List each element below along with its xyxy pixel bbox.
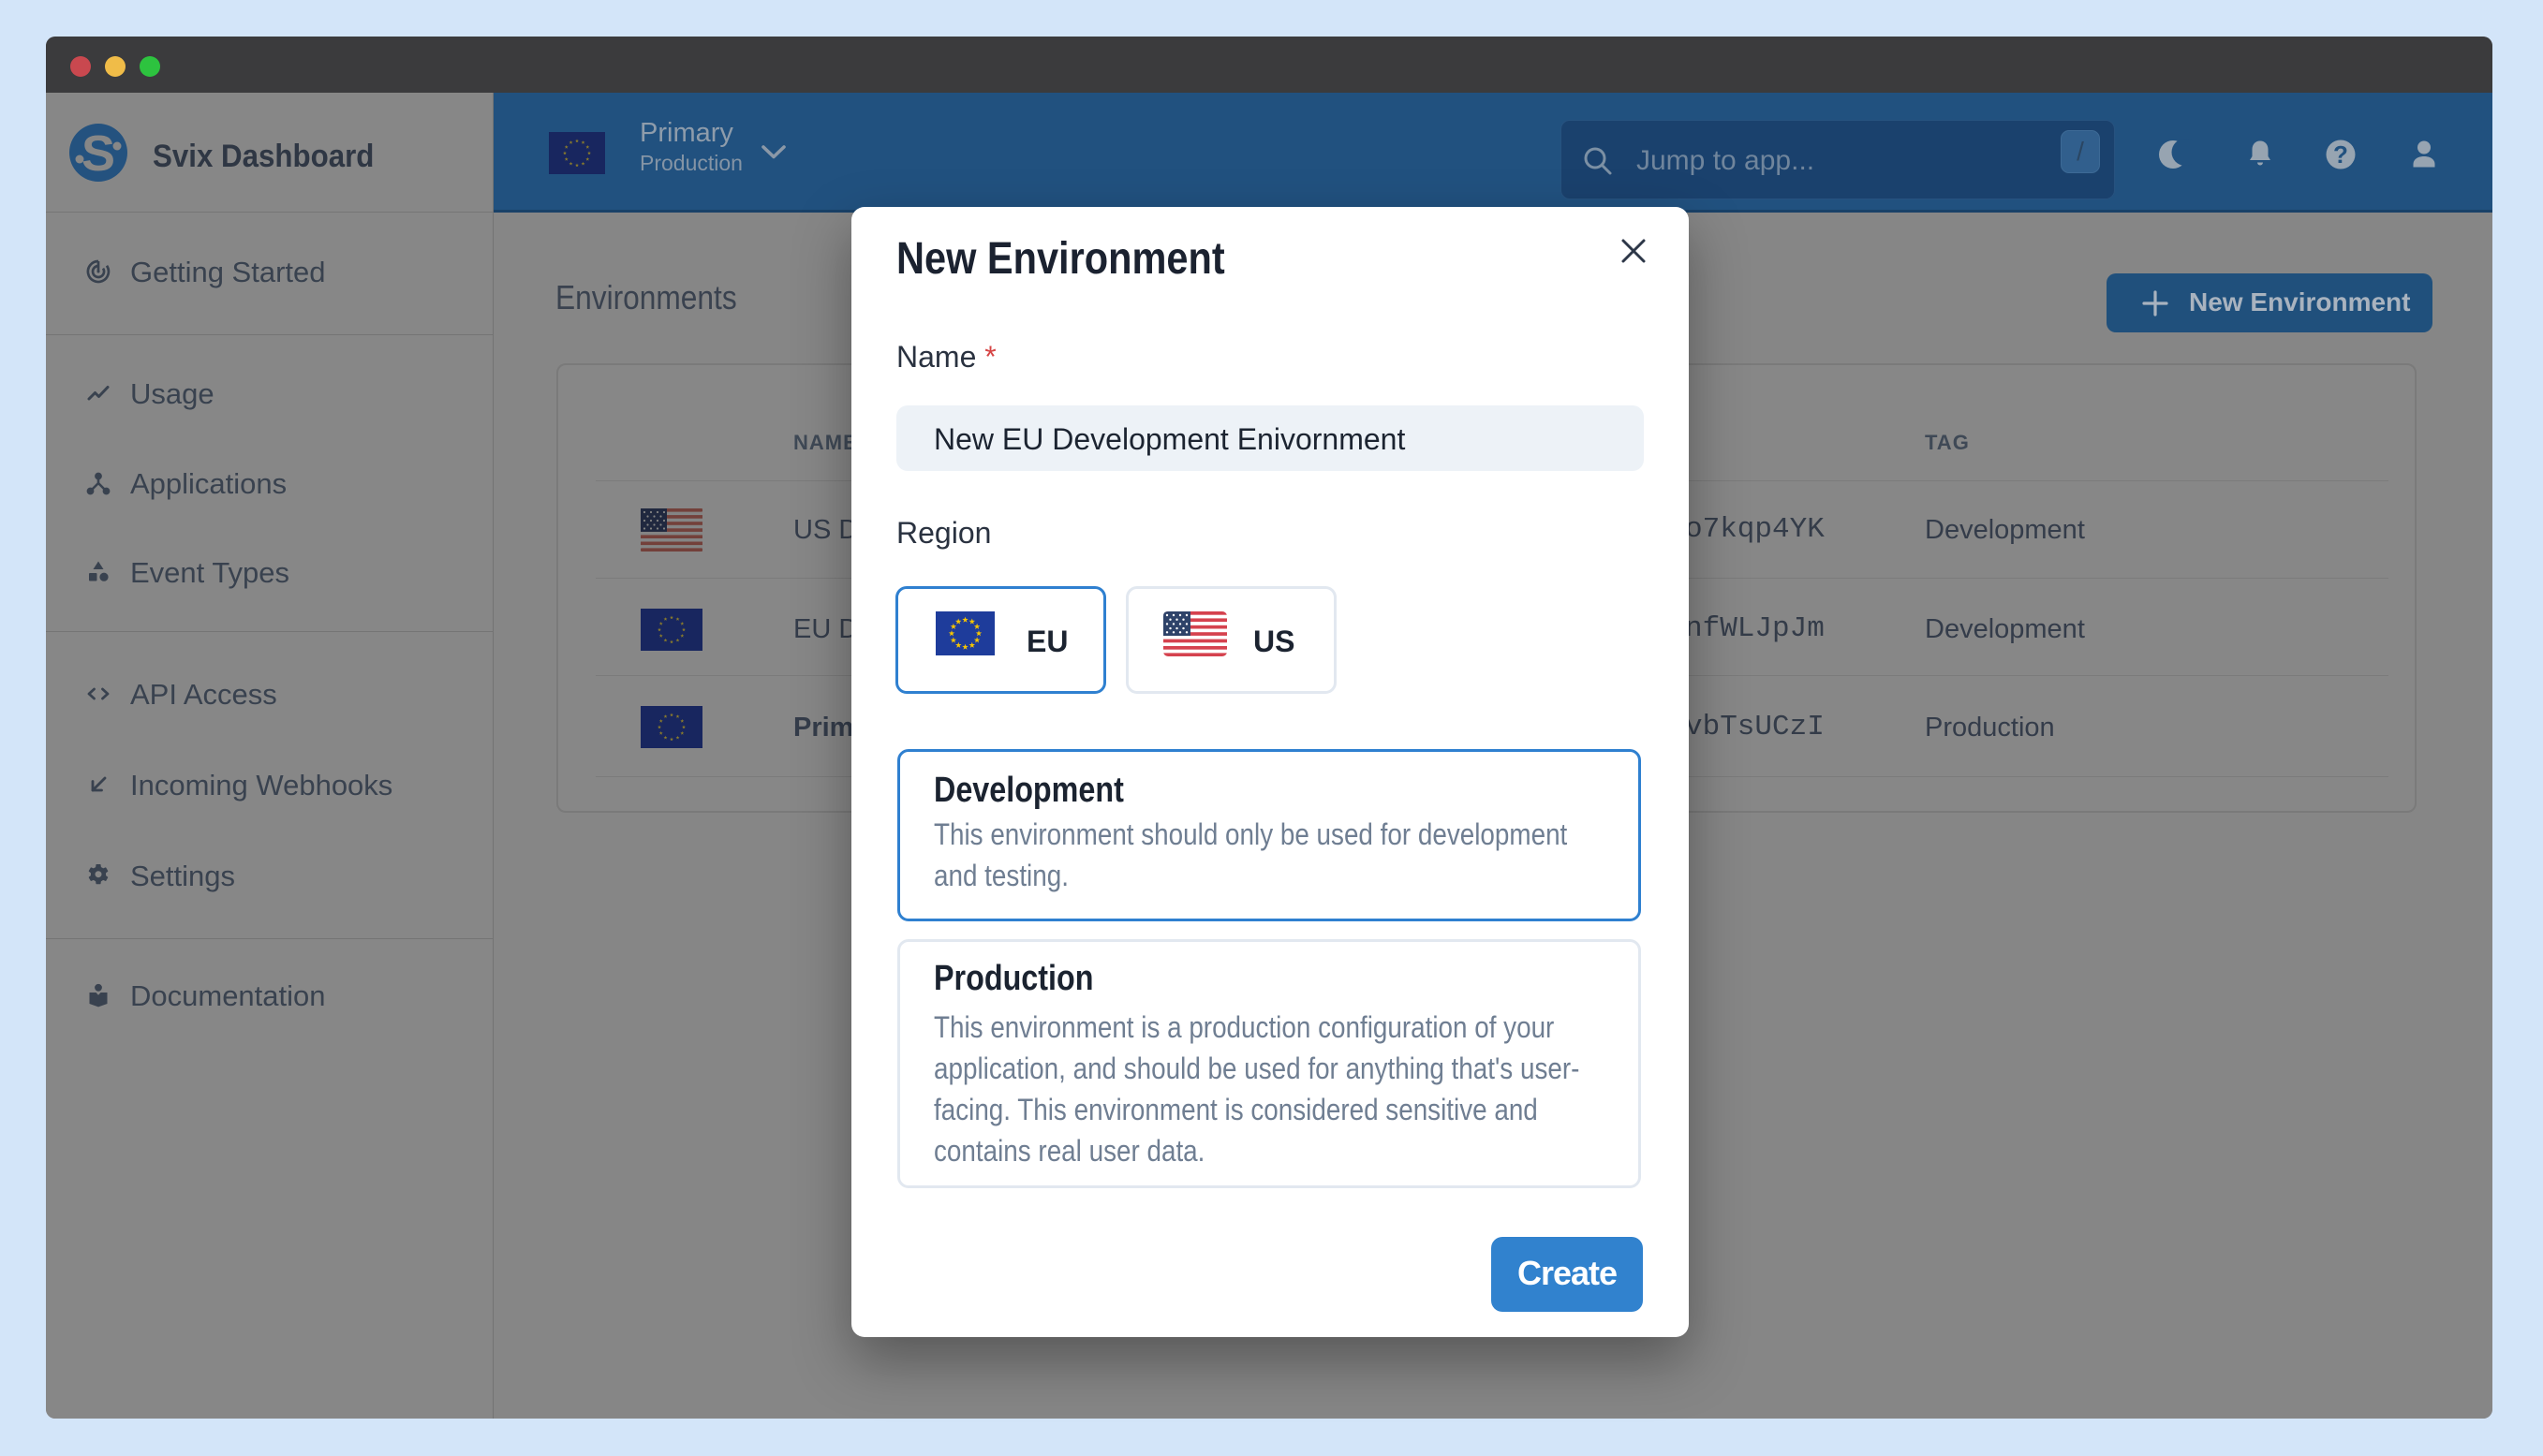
svg-text:?: ? (2333, 140, 2348, 169)
svg-text:S: S (81, 125, 115, 182)
